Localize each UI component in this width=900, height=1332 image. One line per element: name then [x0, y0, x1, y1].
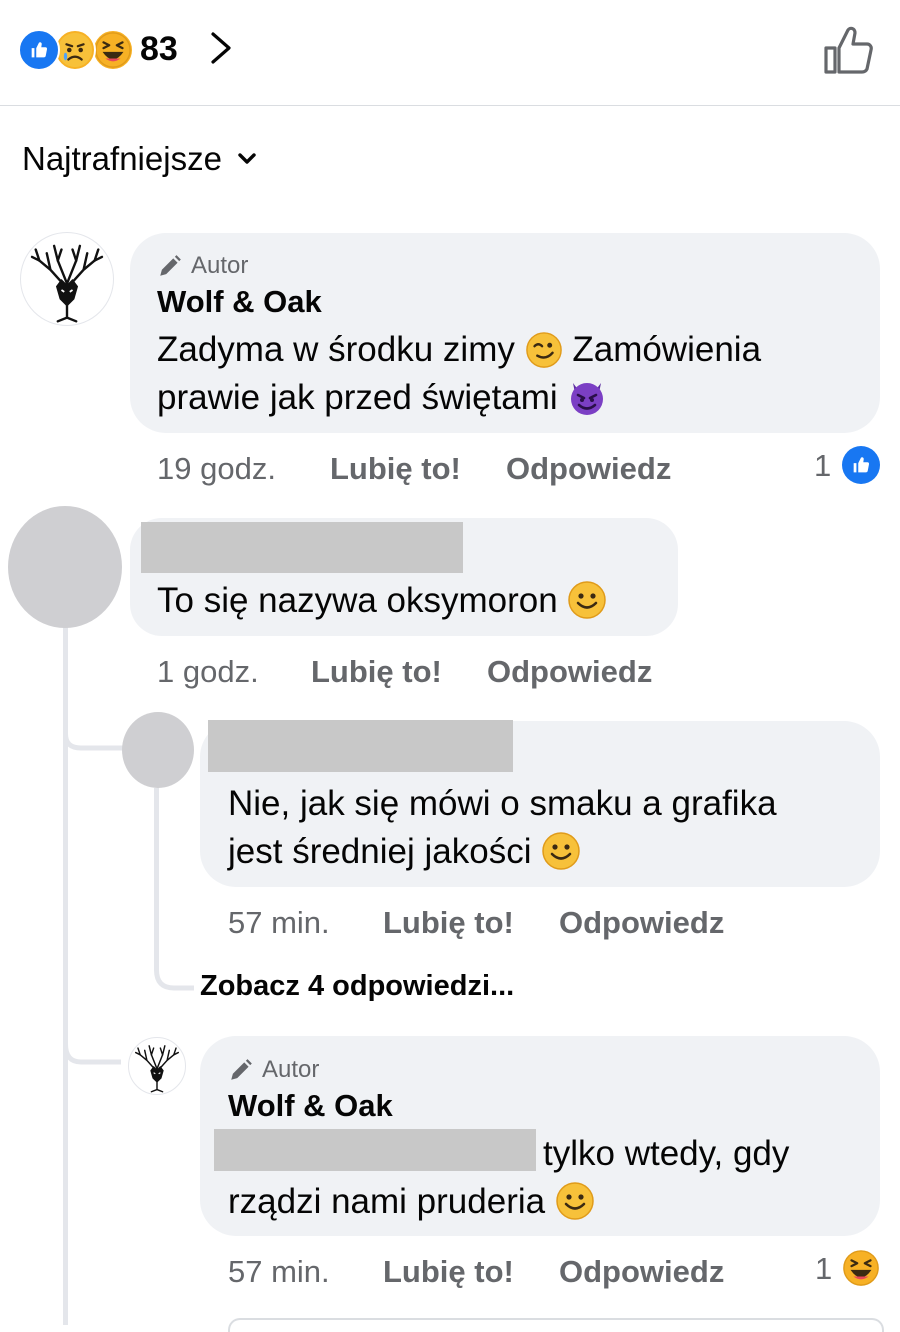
comment-time[interactable]: 57 min. [228, 905, 330, 941]
avatar[interactable] [8, 506, 122, 628]
wolf-oak-logo-icon [21, 233, 113, 325]
smile-emoji-icon [555, 1181, 595, 1221]
author-name[interactable]: Wolf & Oak [228, 1088, 393, 1124]
sort-label: Najtrafniejsze [22, 140, 222, 177]
author-badge: Autor [157, 252, 248, 280]
reply-button[interactable]: Odpowiedz [559, 905, 724, 941]
comment-text: Zadyma w środku zimy Zamówienia prawie j… [157, 330, 762, 417]
sad-reaction-icon[interactable] [54, 29, 96, 71]
thread-line [154, 788, 159, 968]
reply-connector [63, 1010, 121, 1065]
reply-button[interactable]: Odpowiedz [559, 1254, 724, 1290]
avatar[interactable] [20, 232, 114, 326]
pencil-icon [231, 1059, 252, 1080]
chevron-right-icon[interactable] [203, 30, 239, 66]
reactions-bar [0, 0, 900, 106]
reaction-count[interactable]: 83 [140, 30, 178, 69]
wolf-oak-logo-icon [129, 1038, 185, 1094]
next-input-edge [228, 1318, 884, 1332]
haha-badge-icon[interactable] [842, 1249, 880, 1287]
comment-text: To się nazywa oksymoron [157, 577, 607, 625]
like-reaction-icon[interactable] [18, 29, 60, 71]
redacted-name [208, 720, 513, 772]
smile-emoji-icon [541, 831, 581, 871]
see-replies-connector [154, 960, 194, 991]
comment-text-line1: tylko wtedy, gdy [543, 1134, 790, 1173]
comment-time[interactable]: 19 godz. [157, 451, 276, 487]
comment-text: Nie, jak się mówi o smaku a grafika jest… [228, 784, 777, 871]
comment-reaction-count[interactable]: 1 [814, 448, 831, 484]
reply-button[interactable]: Odpowiedz [506, 451, 671, 487]
comment-reaction-count[interactable]: 1 [815, 1251, 832, 1287]
avatar[interactable] [122, 712, 194, 788]
like-button[interactable]: Lubię to! [311, 654, 442, 690]
pencil-icon [160, 255, 181, 276]
smile-emoji-icon [567, 580, 607, 620]
redacted-name [141, 522, 463, 573]
chevron-down-icon [238, 153, 256, 164]
avatar[interactable] [128, 1037, 186, 1095]
see-more-replies-link[interactable]: Zobacz 4 odpowiedzi... [200, 970, 514, 1003]
devil-emoji-icon [567, 377, 607, 417]
haha-reaction-icon[interactable] [92, 29, 134, 71]
like-button[interactable]: Lubię to! [383, 905, 514, 941]
author-badge: Autor [228, 1056, 319, 1084]
comment-text-line2: rządzi nami pruderia [228, 1178, 595, 1226]
comment-time[interactable]: 57 min. [228, 1254, 330, 1290]
sort-selector[interactable]: Najtrafniejsze [22, 140, 258, 178]
like-outline-icon[interactable] [822, 26, 874, 76]
comment-time[interactable]: 1 godz. [157, 654, 259, 690]
redacted-mention [214, 1129, 536, 1171]
like-button[interactable]: Lubię to! [383, 1254, 514, 1290]
like-badge-icon[interactable] [842, 446, 880, 484]
author-name[interactable]: Wolf & Oak [157, 284, 322, 320]
like-button[interactable]: Lubię to! [330, 451, 461, 487]
wink-emoji-icon [525, 331, 563, 369]
reply-button[interactable]: Odpowiedz [487, 654, 652, 690]
